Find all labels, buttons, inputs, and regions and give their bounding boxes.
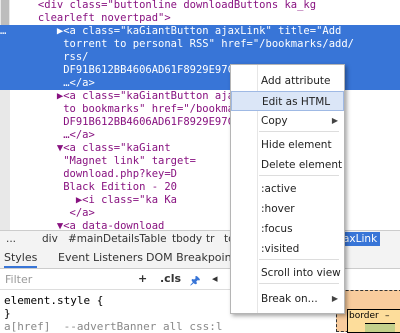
menu-separator (259, 283, 339, 284)
tab-event-listeners[interactable]: Event Listeners (58, 247, 143, 268)
dom-line-selected[interactable]: rss/ (0, 51, 400, 64)
cls-button[interactable]: .cls (160, 272, 181, 285)
menu-item-hide-element[interactable]: Hide element (231, 135, 344, 155)
dom-line[interactable]: clearleft novertpad"> (0, 12, 400, 25)
styles-filter-bar: Filter + .cls 🖈 ◂ (0, 269, 230, 290)
add-rule-button[interactable]: + (138, 272, 147, 285)
menu-item-active[interactable]: :active (231, 179, 344, 199)
crumb-selected-a[interactable]: axLink (340, 232, 381, 246)
menu-item-visited[interactable]: :visited (231, 239, 344, 259)
toggle-pane-icon[interactable]: ◂ (212, 272, 218, 285)
menu-item-label: :active (261, 183, 297, 195)
menu-item-copy[interactable]: Copy ▶ (231, 111, 344, 131)
menu-item-break-on[interactable]: Break on... ▶ (231, 289, 344, 309)
crumb-tr[interactable]: tr (206, 232, 214, 246)
submenu-arrow-icon: ▶ (331, 294, 338, 303)
menu-item-add-attribute[interactable]: Add attribute (231, 71, 344, 91)
menu-separator (259, 175, 339, 176)
menu-item-label: :hover (261, 203, 295, 215)
pin-icon[interactable]: 🖈 (190, 272, 200, 291)
submenu-arrow-icon: ▶ (331, 116, 338, 125)
menu-item-scroll-into-view[interactable]: Scroll into view (231, 263, 344, 283)
context-menu: Add attribute Edit as HTML Copy ▶ Hide eleme… (230, 64, 345, 314)
menu-item-label: Delete element (261, 159, 343, 171)
element-style-selector[interactable]: element.style { (4, 294, 103, 307)
box-model: border – (336, 290, 400, 333)
border-label: border (349, 311, 379, 321)
tab-styles[interactable]: Styles (4, 247, 38, 268)
box-model-padding (365, 323, 395, 332)
dom-line-selected[interactable]: torrent to personal RSS" href="/bookmark… (0, 38, 400, 51)
menu-item-label: :visited (261, 243, 300, 255)
menu-separator (259, 131, 339, 132)
menu-item-label: Copy (261, 115, 288, 127)
border-value[interactable]: – (385, 311, 390, 321)
menu-item-delete-element[interactable]: Delete element (231, 155, 344, 175)
dom-line[interactable]: <div class="buttonline downloadButtons k… (0, 0, 400, 12)
menu-item-label: Break on... (261, 293, 318, 305)
menu-item-label: Edit as HTML (262, 96, 331, 108)
crumb-tbody[interactable]: tbody (172, 232, 202, 246)
next-rule-line[interactable]: a[href] --advertBanner all css:l (4, 320, 223, 333)
menu-item-hover[interactable]: :hover (231, 199, 344, 219)
filter-input[interactable]: Filter (5, 273, 32, 286)
crumb-mainDetailsTable[interactable]: #mainDetailsTable (68, 232, 167, 246)
tab-dom-breakpoints[interactable]: DOM Breakpoints (146, 247, 242, 268)
menu-item-label: Add attribute (261, 75, 331, 87)
element-style-close: } (4, 307, 11, 320)
menu-item-label: Scroll into view (261, 267, 341, 279)
crumb-ellipsis[interactable]: ... (6, 232, 16, 246)
menu-item-focus[interactable]: :focus (231, 219, 344, 239)
menu-item-label: :focus (261, 223, 293, 235)
menu-separator (259, 259, 339, 260)
styles-pane: element.style { } a[href] --advertBanner… (0, 290, 230, 333)
dom-line-selected[interactable]: … ▶<a class="kaGiantButton ajaxLink" tit… (0, 25, 400, 38)
menu-item-label: Hide element (261, 139, 332, 151)
crumb-div[interactable]: div (42, 232, 58, 246)
menu-item-edit-as-html[interactable]: Edit as HTML (231, 91, 344, 111)
